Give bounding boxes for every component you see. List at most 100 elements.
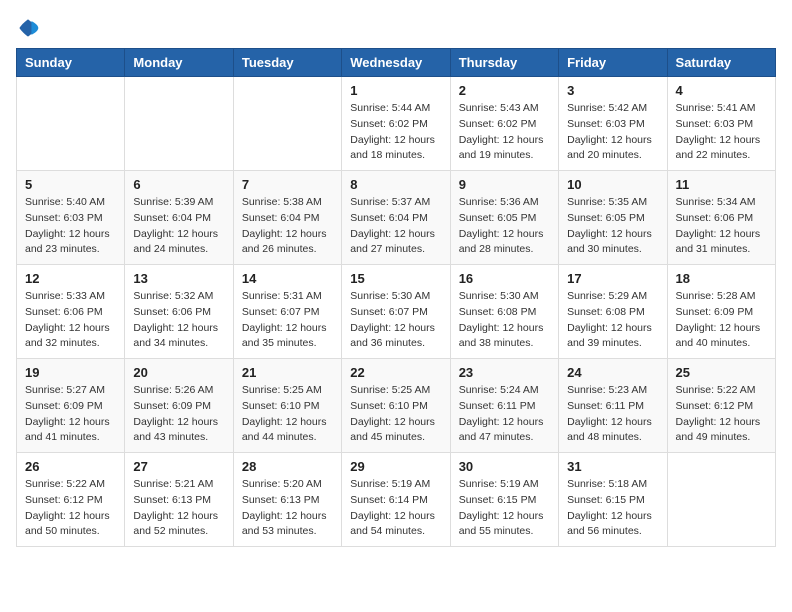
day-info: Sunrise: 5:27 AM Sunset: 6:09 PM Dayligh… xyxy=(25,383,116,446)
calendar-table: Sunday Monday Tuesday Wednesday Thursday… xyxy=(16,48,776,547)
calendar-cell: 16Sunrise: 5:30 AM Sunset: 6:08 PM Dayli… xyxy=(450,265,558,359)
day-number: 28 xyxy=(242,459,333,474)
calendar-cell: 9 Sunrise: 5:36 AM Sunset: 6:05 PM Daylig… xyxy=(450,171,558,265)
calendar-cell: 2 Sunrise: 5:43 AM Sunset: 6:02 PM Daylig… xyxy=(450,77,558,171)
day-number: 2 xyxy=(459,83,550,98)
calendar-cell: 18Sunrise: 5:28 AM Sunset: 6:09 PM Dayli… xyxy=(667,265,775,359)
day-number: 20 xyxy=(133,365,224,380)
calendar-cell xyxy=(233,77,341,171)
day-info: Sunrise: 5:42 AM Sunset: 6:03 PM Dayligh… xyxy=(567,101,658,164)
day-info: Sunrise: 5:37 AM Sunset: 6:04 PM Dayligh… xyxy=(350,195,441,258)
calendar-cell: 24Sunrise: 5:23 AM Sunset: 6:11 PM Dayli… xyxy=(559,359,667,453)
day-number: 12 xyxy=(25,271,116,286)
day-info: Sunrise: 5:43 AM Sunset: 6:02 PM Dayligh… xyxy=(459,101,550,164)
calendar-cell: 15 Sunrise: 5:30 AM Sunset: 6:07 PM Dayli… xyxy=(342,265,450,359)
day-info: Sunrise: 5:25 AM Sunset: 6:10 PM Dayligh… xyxy=(350,383,441,446)
day-info: Sunrise: 5:35 AM Sunset: 6:05 PM Dayligh… xyxy=(567,195,658,258)
day-number: 10 xyxy=(567,177,658,192)
day-info: Sunrise: 5:19 AM Sunset: 6:14 PM Dayligh… xyxy=(350,477,441,540)
day-number: 14 xyxy=(242,271,333,286)
day-info: Sunrise: 5:29 AM Sunset: 6:08 PM Dayligh… xyxy=(567,289,658,352)
day-number: 8 xyxy=(350,177,441,192)
day-number: 19 xyxy=(25,365,116,380)
day-info: Sunrise: 5:18 AM Sunset: 6:15 PM Dayligh… xyxy=(567,477,658,540)
day-number: 29 xyxy=(350,459,441,474)
day-info: Sunrise: 5:24 AM Sunset: 6:11 PM Dayligh… xyxy=(459,383,550,446)
day-number: 31 xyxy=(567,459,658,474)
header-friday: Friday xyxy=(559,49,667,77)
calendar-cell: 8 Sunrise: 5:37 AM Sunset: 6:04 PM Daylig… xyxy=(342,171,450,265)
calendar-cell: 27 Sunrise: 5:21 AM Sunset: 6:13 PM Dayli… xyxy=(125,453,233,547)
calendar-cell: 19 Sunrise: 5:27 AM Sunset: 6:09 PM Dayli… xyxy=(17,359,125,453)
calendar-cell: 13Sunrise: 5:32 AM Sunset: 6:06 PM Dayli… xyxy=(125,265,233,359)
header-saturday: Saturday xyxy=(667,49,775,77)
calendar-cell: 1 Sunrise: 5:44 AM Sunset: 6:02 PM Daylig… xyxy=(342,77,450,171)
calendar-cell: 7 Sunrise: 5:38 AM Sunset: 6:04 PM Daylig… xyxy=(233,171,341,265)
day-number: 18 xyxy=(676,271,767,286)
day-number: 27 xyxy=(133,459,224,474)
day-info: Sunrise: 5:30 AM Sunset: 6:07 PM Dayligh… xyxy=(350,289,441,352)
calendar-cell xyxy=(125,77,233,171)
day-info: Sunrise: 5:44 AM Sunset: 6:02 PM Dayligh… xyxy=(350,101,441,164)
calendar-cell: 23 Sunrise: 5:24 AM Sunset: 6:11 PM Dayli… xyxy=(450,359,558,453)
calendar-cell: 29 Sunrise: 5:19 AM Sunset: 6:14 PM Dayli… xyxy=(342,453,450,547)
calendar-cell: 28 Sunrise: 5:20 AM Sunset: 6:13 PM Dayli… xyxy=(233,453,341,547)
header-wednesday: Wednesday xyxy=(342,49,450,77)
calendar-week-row: 1 Sunrise: 5:44 AM Sunset: 6:02 PM Daylig… xyxy=(17,77,776,171)
calendar-cell xyxy=(667,453,775,547)
header-monday: Monday xyxy=(125,49,233,77)
calendar-cell: 17 Sunrise: 5:29 AM Sunset: 6:08 PM Dayli… xyxy=(559,265,667,359)
page-header xyxy=(16,16,776,40)
day-info: Sunrise: 5:38 AM Sunset: 6:04 PM Dayligh… xyxy=(242,195,333,258)
day-info: Sunrise: 5:25 AM Sunset: 6:10 PM Dayligh… xyxy=(242,383,333,446)
day-info: Sunrise: 5:19 AM Sunset: 6:15 PM Dayligh… xyxy=(459,477,550,540)
day-number: 13 xyxy=(133,271,224,286)
calendar-week-row: 5Sunrise: 5:40 AM Sunset: 6:03 PM Daylig… xyxy=(17,171,776,265)
calendar-cell: 5Sunrise: 5:40 AM Sunset: 6:03 PM Daylig… xyxy=(17,171,125,265)
day-info: Sunrise: 5:34 AM Sunset: 6:06 PM Dayligh… xyxy=(676,195,767,258)
day-number: 23 xyxy=(459,365,550,380)
day-number: 1 xyxy=(350,83,441,98)
day-info: Sunrise: 5:30 AM Sunset: 6:08 PM Dayligh… xyxy=(459,289,550,352)
day-info: Sunrise: 5:21 AM Sunset: 6:13 PM Dayligh… xyxy=(133,477,224,540)
day-info: Sunrise: 5:41 AM Sunset: 6:03 PM Dayligh… xyxy=(676,101,767,164)
calendar-cell: 31 Sunrise: 5:18 AM Sunset: 6:15 PM Dayli… xyxy=(559,453,667,547)
day-number: 17 xyxy=(567,271,658,286)
calendar-cell: 14 Sunrise: 5:31 AM Sunset: 6:07 PM Dayli… xyxy=(233,265,341,359)
calendar-cell: 25 Sunrise: 5:22 AM Sunset: 6:12 PM Dayli… xyxy=(667,359,775,453)
logo-icon xyxy=(16,16,40,40)
day-number: 6 xyxy=(133,177,224,192)
calendar-cell: 6Sunrise: 5:39 AM Sunset: 6:04 PM Daylig… xyxy=(125,171,233,265)
day-info: Sunrise: 5:31 AM Sunset: 6:07 PM Dayligh… xyxy=(242,289,333,352)
day-number: 21 xyxy=(242,365,333,380)
calendar-week-row: 12 Sunrise: 5:33 AM Sunset: 6:06 PM Dayli… xyxy=(17,265,776,359)
day-info: Sunrise: 5:22 AM Sunset: 6:12 PM Dayligh… xyxy=(676,383,767,446)
day-info: Sunrise: 5:20 AM Sunset: 6:13 PM Dayligh… xyxy=(242,477,333,540)
day-info: Sunrise: 5:36 AM Sunset: 6:05 PM Dayligh… xyxy=(459,195,550,258)
day-number: 9 xyxy=(459,177,550,192)
calendar-cell: 4 Sunrise: 5:41 AM Sunset: 6:03 PM Daylig… xyxy=(667,77,775,171)
day-number: 24 xyxy=(567,365,658,380)
day-info: Sunrise: 5:33 AM Sunset: 6:06 PM Dayligh… xyxy=(25,289,116,352)
day-number: 15 xyxy=(350,271,441,286)
logo xyxy=(16,16,44,40)
calendar-cell: 30 Sunrise: 5:19 AM Sunset: 6:15 PM Dayli… xyxy=(450,453,558,547)
day-number: 5 xyxy=(25,177,116,192)
day-number: 25 xyxy=(676,365,767,380)
day-number: 30 xyxy=(459,459,550,474)
calendar-cell xyxy=(17,77,125,171)
day-number: 26 xyxy=(25,459,116,474)
header-sunday: Sunday xyxy=(17,49,125,77)
header-thursday: Thursday xyxy=(450,49,558,77)
calendar-cell: 3Sunrise: 5:42 AM Sunset: 6:03 PM Daylig… xyxy=(559,77,667,171)
calendar-cell: 21 Sunrise: 5:25 AM Sunset: 6:10 PM Dayli… xyxy=(233,359,341,453)
day-number: 7 xyxy=(242,177,333,192)
calendar-cell: 11Sunrise: 5:34 AM Sunset: 6:06 PM Dayli… xyxy=(667,171,775,265)
day-info: Sunrise: 5:22 AM Sunset: 6:12 PM Dayligh… xyxy=(25,477,116,540)
calendar-cell: 10 Sunrise: 5:35 AM Sunset: 6:05 PM Dayli… xyxy=(559,171,667,265)
header-tuesday: Tuesday xyxy=(233,49,341,77)
calendar-header-row: Sunday Monday Tuesday Wednesday Thursday… xyxy=(17,49,776,77)
day-number: 4 xyxy=(676,83,767,98)
calendar-cell: 12 Sunrise: 5:33 AM Sunset: 6:06 PM Dayli… xyxy=(17,265,125,359)
day-number: 22 xyxy=(350,365,441,380)
